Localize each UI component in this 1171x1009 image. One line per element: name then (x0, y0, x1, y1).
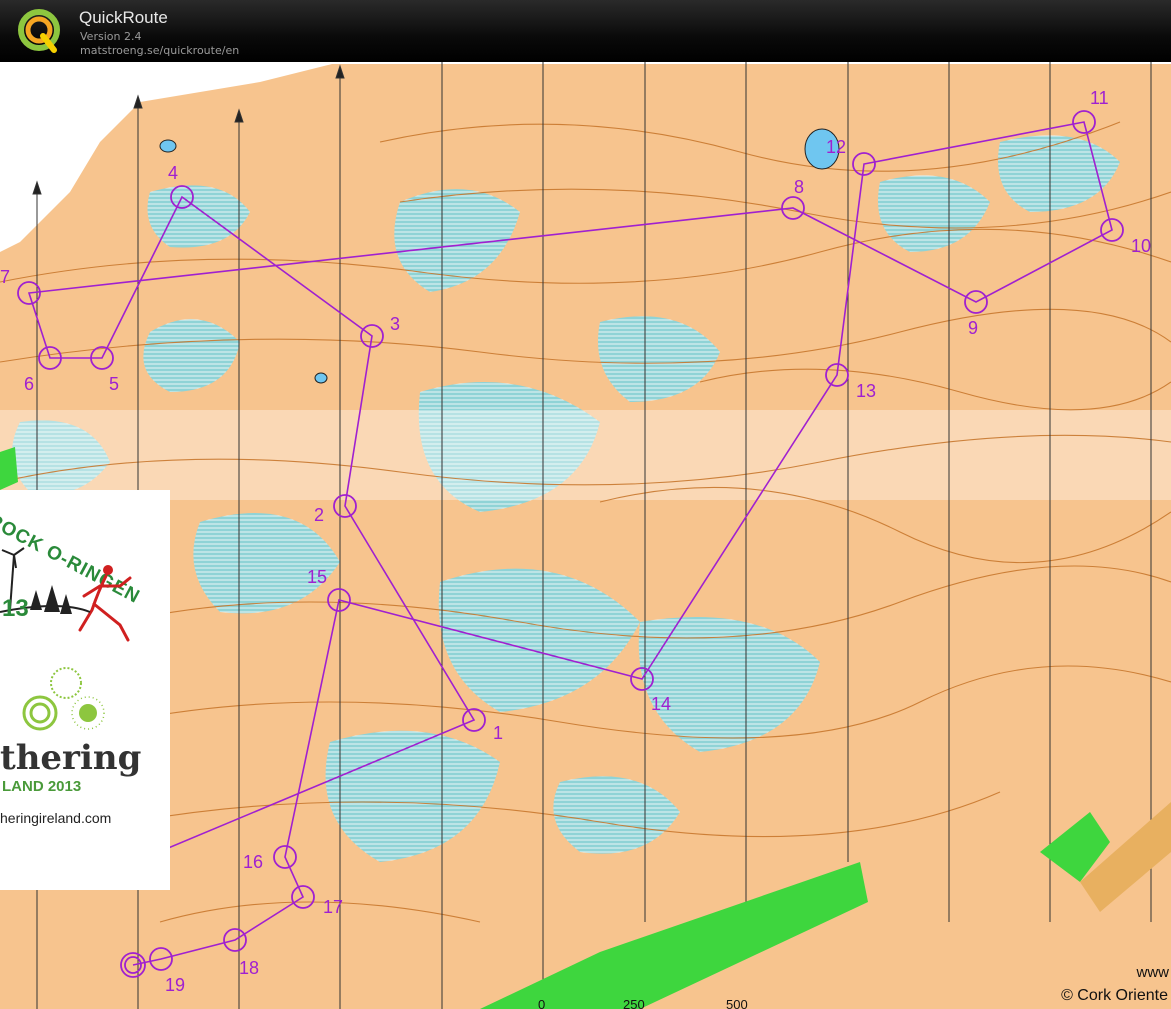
control-label: 9 (968, 318, 978, 338)
map-scale-bar: 0 250 500 (528, 997, 828, 1009)
map-copyright: © Cork Oriente (1061, 987, 1168, 1004)
control-label: 10 (1131, 236, 1151, 256)
control-label: 12 (826, 137, 846, 157)
app-name: QuickRoute (79, 8, 168, 27)
scale-label: 500 (726, 997, 748, 1009)
control-label: 1 (493, 723, 503, 743)
scale-label: 0 (538, 997, 546, 1009)
oringen-runner-icon (0, 547, 132, 642)
control-label: 13 (856, 381, 876, 401)
pond (314, 372, 328, 384)
control-label: 14 (651, 694, 671, 714)
event-logo-panel: ROCK O-RINGEN 13 thering LAND 2013 herin… (0, 490, 170, 890)
control-label: 19 (165, 975, 185, 995)
control-label: 11 (1090, 88, 1109, 108)
control-label: 8 (794, 177, 804, 197)
orienteering-map[interactable]: 1 2 3 4 5 6 7 8 9 10 11 12 13 14 15 16 1… (0, 62, 1171, 1009)
control-label: 6 (24, 374, 34, 394)
map-www-text: www (1136, 964, 1170, 981)
oringen-year: 13 (2, 595, 29, 622)
gathering-url: heringireland.com (0, 810, 112, 826)
green-field (480, 862, 868, 1009)
quickroute-window: QuickRoute Version 2.4 matstroeng.se/qui… (0, 0, 1171, 1009)
highlight-band (0, 410, 1171, 500)
control-label: 17 (323, 897, 343, 917)
control-label: 15 (307, 567, 327, 587)
scale-label: 250 (623, 997, 645, 1009)
app-version: Version 2.4 (80, 30, 142, 43)
quickroute-logo-icon (18, 9, 60, 53)
control-label: 5 (109, 374, 119, 394)
gathering-logo-text: thering (0, 738, 142, 778)
control-label: 3 (390, 314, 400, 334)
map-canvas: 1 2 3 4 5 6 7 8 9 10 11 12 13 14 15 16 1… (0, 62, 1171, 1009)
pond (159, 139, 177, 153)
title-bar: QuickRoute Version 2.4 matstroeng.se/qui… (0, 0, 1171, 62)
control-label: 4 (168, 163, 178, 183)
control-label: 16 (243, 852, 263, 872)
gathering-logo-subtitle: LAND 2013 (2, 778, 82, 795)
control-label: 18 (239, 958, 259, 978)
control-label: 7 (0, 267, 10, 287)
gathering-logo-icon (22, 667, 105, 731)
app-url[interactable]: matstroeng.se/quickroute/en (80, 44, 239, 57)
control-label: 2 (314, 505, 324, 525)
